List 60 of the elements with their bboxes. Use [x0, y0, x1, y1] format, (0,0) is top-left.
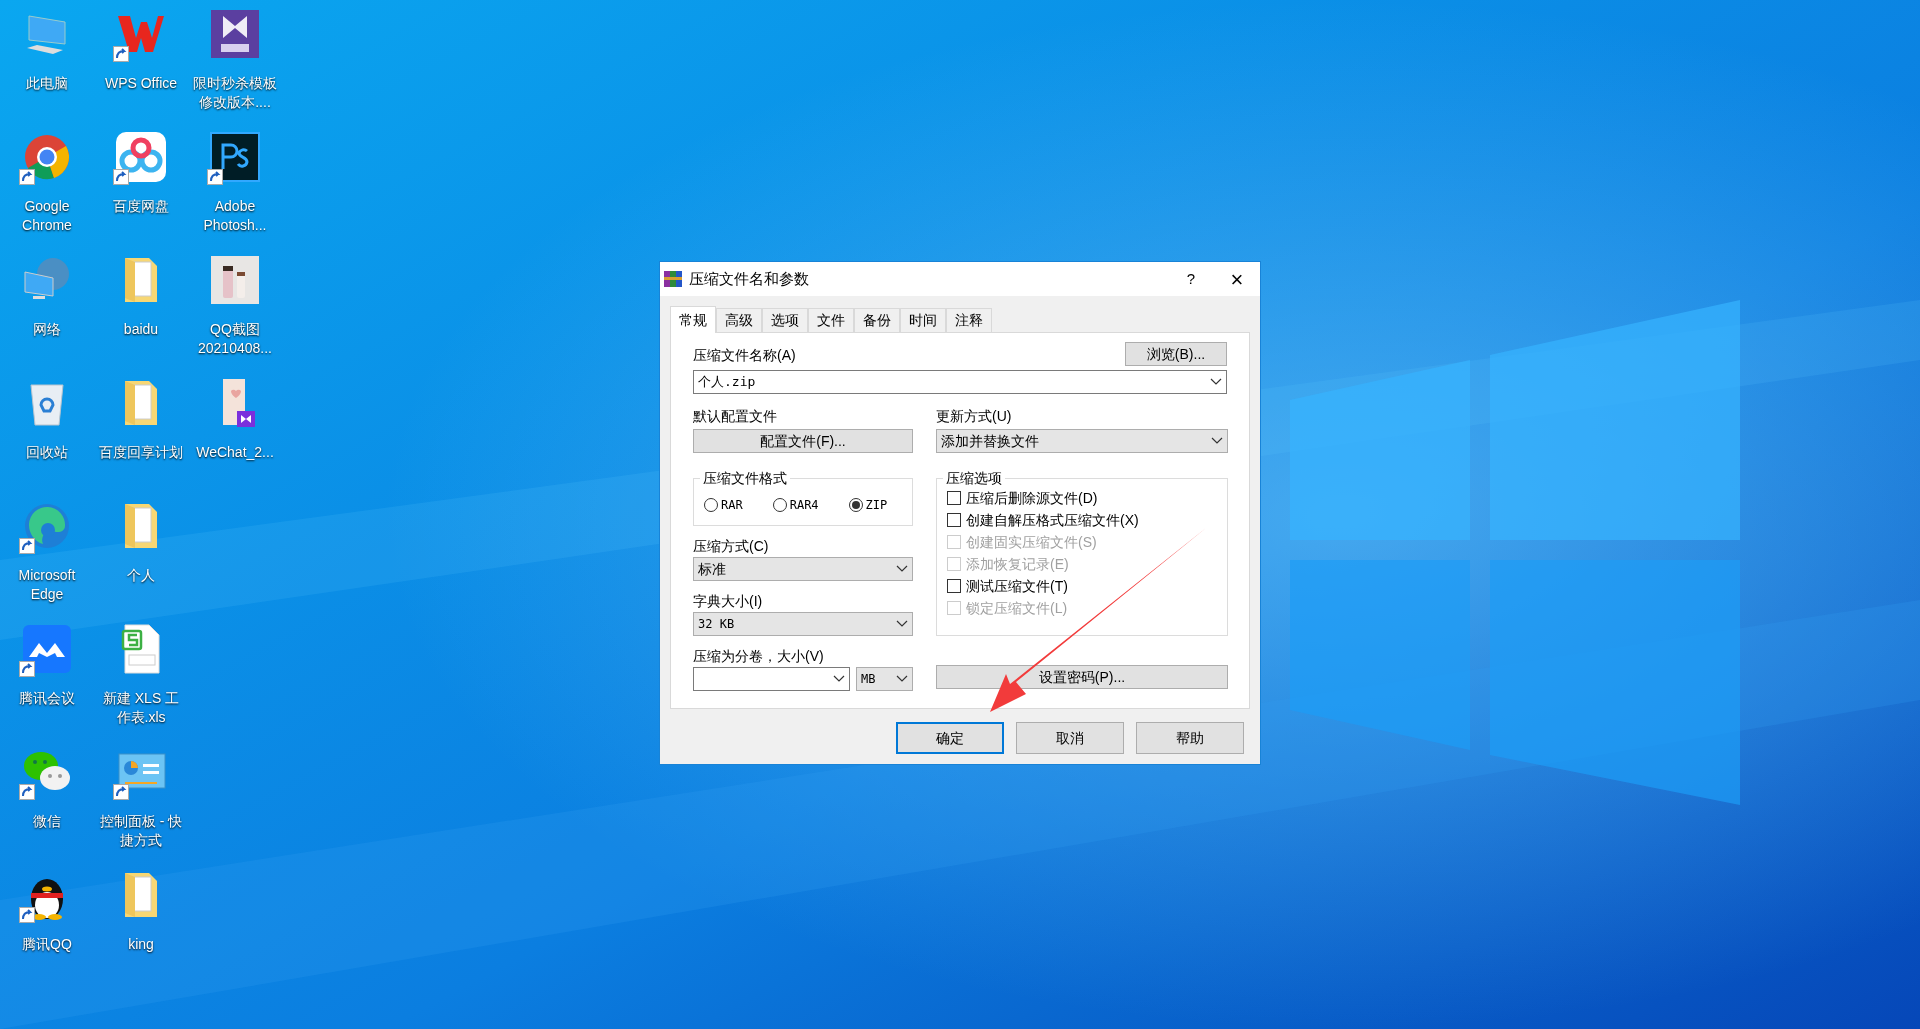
chevron-icon [896, 620, 908, 628]
dialog-button[interactable]: 取消 [1016, 722, 1124, 754]
volume-size-combo[interactable] [693, 667, 850, 691]
window-title: 压缩文件名和参数 [689, 268, 810, 289]
chevron-icon [1211, 437, 1223, 445]
desktop-icon-label[interactable]: 微信 [33, 812, 61, 831]
field-label: 默认配置文件 [693, 407, 778, 426]
field-label: 字典大小(I) [693, 592, 764, 611]
tab[interactable]: 高级 [716, 308, 762, 332]
checkbox-label: 创建固实压缩文件(S) [966, 532, 1097, 552]
tab[interactable]: 文件 [808, 308, 854, 332]
video-file-icon [209, 8, 261, 60]
checkbox-label: 锁定压缩文件(L) [966, 598, 1068, 618]
radio-button[interactable] [704, 498, 718, 512]
radio-label: RAR4 [789, 497, 819, 514]
checkbox[interactable] [947, 513, 961, 527]
checkbox-label: 创建自解压格式压缩文件(X) [966, 510, 1139, 530]
close-button[interactable]: × [1214, 262, 1260, 296]
desktop-icon-label[interactable]: 新建 XLS 工 作表.xls [102, 689, 180, 727]
browse-button[interactable]: 浏览(B)... [1125, 342, 1227, 366]
tab[interactable]: 备份 [854, 308, 900, 332]
chevron-icon [1210, 378, 1222, 386]
dialog-button[interactable]: 帮助 [1136, 722, 1244, 754]
set-password-button[interactable]: 设置密码(P)... [936, 665, 1228, 689]
cloud-app-icon [115, 131, 167, 183]
desktop-icon-label[interactable]: 腾讯QQ [22, 935, 72, 954]
field-label: 压缩为分卷，大小(V) [693, 647, 825, 666]
field-label: 压缩方式(C) [693, 537, 770, 556]
radio-label: RAR [721, 497, 743, 514]
profile-button[interactable]: 配置文件(F)... [693, 429, 913, 453]
unit-combo[interactable]: MB [856, 667, 913, 691]
field-label: 压缩文件名称(A) [693, 346, 796, 365]
ps-app-icon [209, 131, 261, 183]
chevron-icon [896, 675, 908, 683]
meeting-icon [21, 623, 73, 675]
dialog-button[interactable]: 确定 [896, 722, 1004, 754]
chevron-icon [833, 675, 845, 683]
checkbox[interactable] [947, 579, 961, 593]
checkbox[interactable] [947, 491, 961, 505]
photo-thumbnail-icon [209, 254, 261, 306]
checkbox-label: 测试压缩文件(T) [966, 576, 1068, 596]
tab[interactable]: 选项 [762, 308, 808, 332]
dictionary-combo[interactable]: 32 KB [693, 612, 913, 636]
update-mode-combo[interactable]: 添加并替换文件 [936, 429, 1228, 453]
chevron-icon [896, 565, 908, 573]
desktop-icon-label[interactable]: king [128, 935, 154, 954]
archive-books-icon [663, 269, 683, 289]
method-combo[interactable]: 标准 [693, 557, 913, 581]
checkbox-label: 添加恢复记录(E) [966, 554, 1069, 574]
radio-button[interactable] [848, 498, 863, 512]
radio-label: ZIP [865, 497, 888, 514]
tab[interactable]: 时间 [900, 308, 946, 332]
help-button[interactable]: ? [1168, 262, 1214, 296]
radio-button[interactable] [772, 498, 787, 512]
archive-name-combo[interactable]: 个人.zip [693, 370, 1227, 394]
desktop-icon-label[interactable]: 控制面板 - 快 捷方式 [99, 812, 183, 850]
field-label: 更新方式(U) [936, 407, 1013, 426]
checkbox-label: 压缩后删除源文件(D) [966, 488, 1098, 508]
tab[interactable]: 常规 [670, 306, 716, 333]
tab[interactable]: 注释 [946, 308, 992, 332]
